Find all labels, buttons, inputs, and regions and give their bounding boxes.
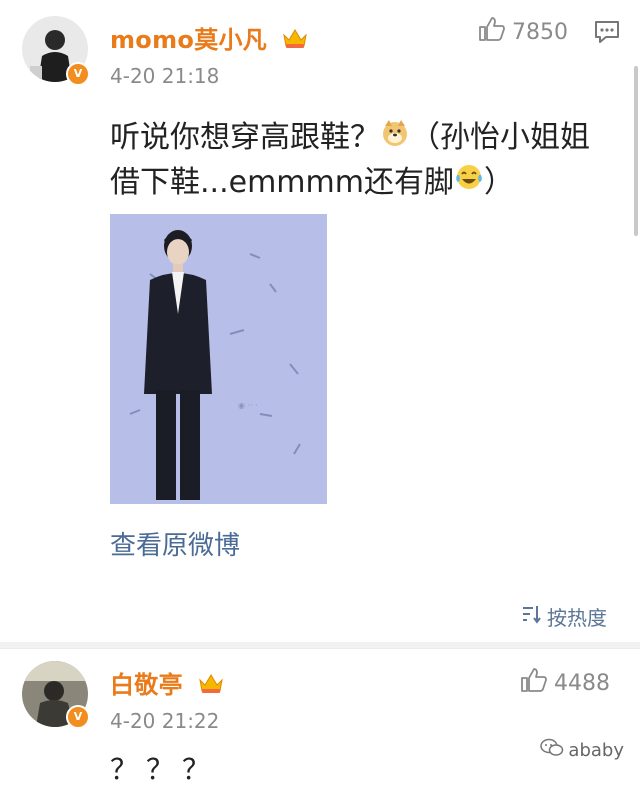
comment-card: V momo莫小凡 4-20 21:18 7850 听说你想穿高跟鞋？ （孙怡小姐…: [0, 0, 640, 642]
watermark-text: ababy: [568, 740, 624, 761]
doge-emoji-icon: [380, 117, 410, 161]
verified-badge-icon: V: [66, 705, 90, 729]
view-original-post-link[interactable]: 查看原微博: [110, 525, 240, 562]
timestamp: 4-20 21:22: [110, 709, 220, 733]
username-text[interactable]: momo莫小凡: [110, 26, 267, 54]
timestamp: 4-20 21:18: [110, 64, 220, 88]
comment-text: ？？？: [110, 753, 219, 786]
username[interactable]: momo莫小凡: [110, 20, 308, 55]
verified-badge-icon: V: [66, 62, 90, 86]
crown-icon: [198, 672, 224, 700]
sort-label: 按热度: [547, 606, 607, 630]
crown-icon: [282, 27, 308, 55]
sort-icon: [521, 604, 543, 629]
watermark: ababy: [540, 738, 624, 763]
thumbs-up-icon: [478, 16, 506, 48]
like-button[interactable]: 4488: [520, 667, 610, 699]
username-text[interactable]: 白敬亭: [110, 671, 183, 699]
username[interactable]: 白敬亭: [110, 665, 224, 700]
scrollbar[interactable]: [634, 66, 638, 236]
laugh-cry-emoji-icon: [454, 161, 484, 205]
svg-text:◉ ·· ·: ◉ ·· ·: [238, 401, 258, 410]
sort-by-hot-button[interactable]: 按热度: [521, 602, 607, 631]
comment-text: 听说你想穿高跟鞋？ （孙怡小姐姐借下鞋...emmmm还有脚）: [110, 116, 610, 205]
thumbs-up-icon: [520, 667, 548, 699]
comment-text-main: 听说你想穿高跟鞋？: [110, 120, 380, 155]
post-image[interactable]: ◉ ·· ·: [110, 214, 327, 504]
like-count: 7850: [512, 19, 568, 45]
like-count: 4488: [554, 670, 610, 696]
like-button[interactable]: 7850: [478, 16, 568, 48]
wechat-icon: [540, 738, 564, 763]
comment-message-icon[interactable]: [594, 20, 620, 48]
comment-text-close: ）: [483, 164, 514, 200]
